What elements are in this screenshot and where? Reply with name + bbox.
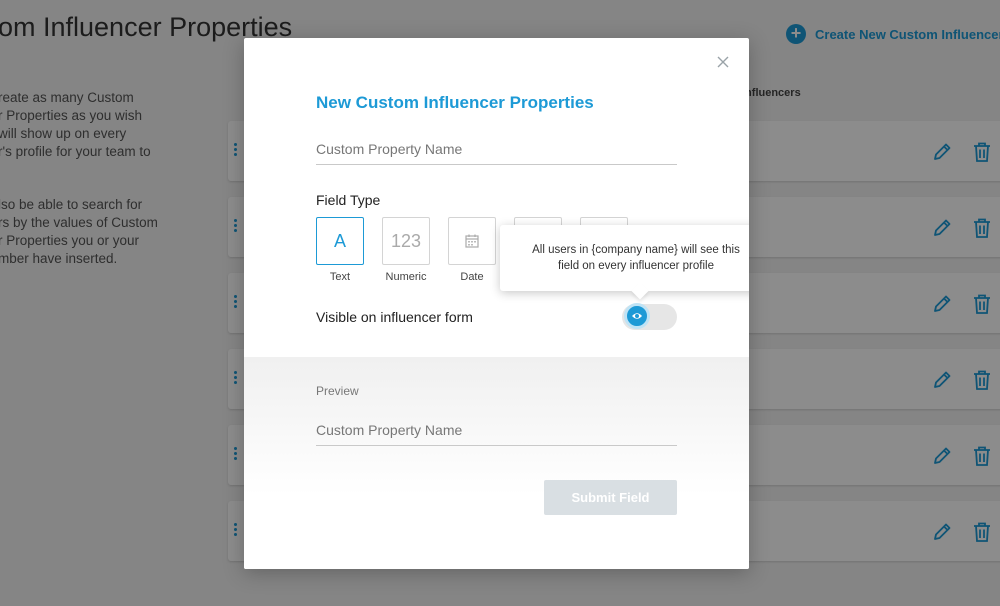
field-type-numeric[interactable]: 123 Numeric xyxy=(382,217,430,283)
preview-field[interactable] xyxy=(316,415,677,446)
submit-field-button[interactable]: Submit Field xyxy=(544,480,677,515)
field-type-numeric-box[interactable]: 123 xyxy=(382,217,430,265)
toggle-knob[interactable] xyxy=(624,303,650,329)
close-icon[interactable] xyxy=(716,55,730,69)
field-type-text-label: Text xyxy=(329,271,351,283)
tooltip-text: All users in {company name} will see thi… xyxy=(532,244,740,272)
field-type-text-box[interactable]: A xyxy=(316,217,364,265)
field-type-date[interactable]: Date xyxy=(448,217,496,283)
property-name-input[interactable] xyxy=(316,134,677,164)
eye-icon xyxy=(632,313,642,319)
field-type-numeric-label: Numeric xyxy=(385,271,427,283)
calendar-icon xyxy=(465,234,479,248)
preview-label: Preview xyxy=(316,384,359,398)
field-type-date-box[interactable] xyxy=(448,217,496,265)
create-property-modal: New Custom Influencer Properties Field T… xyxy=(244,38,749,569)
preview-input[interactable] xyxy=(316,415,677,445)
modal-title: New Custom Influencer Properties xyxy=(316,93,594,112)
text-type-icon: A xyxy=(333,230,346,251)
visibility-tooltip: All users in {company name} will see thi… xyxy=(500,225,749,291)
field-type-label: Field Type xyxy=(316,192,381,208)
visible-toggle[interactable] xyxy=(622,303,677,330)
field-type-text[interactable]: A Text xyxy=(316,217,364,283)
property-name-field[interactable] xyxy=(316,134,677,165)
field-type-date-label: Date xyxy=(460,271,484,283)
visible-on-form-label: Visible on influencer form xyxy=(316,309,473,325)
numeric-type-icon: 123 xyxy=(390,230,422,251)
preview-section: Preview Submit Field xyxy=(244,357,749,569)
